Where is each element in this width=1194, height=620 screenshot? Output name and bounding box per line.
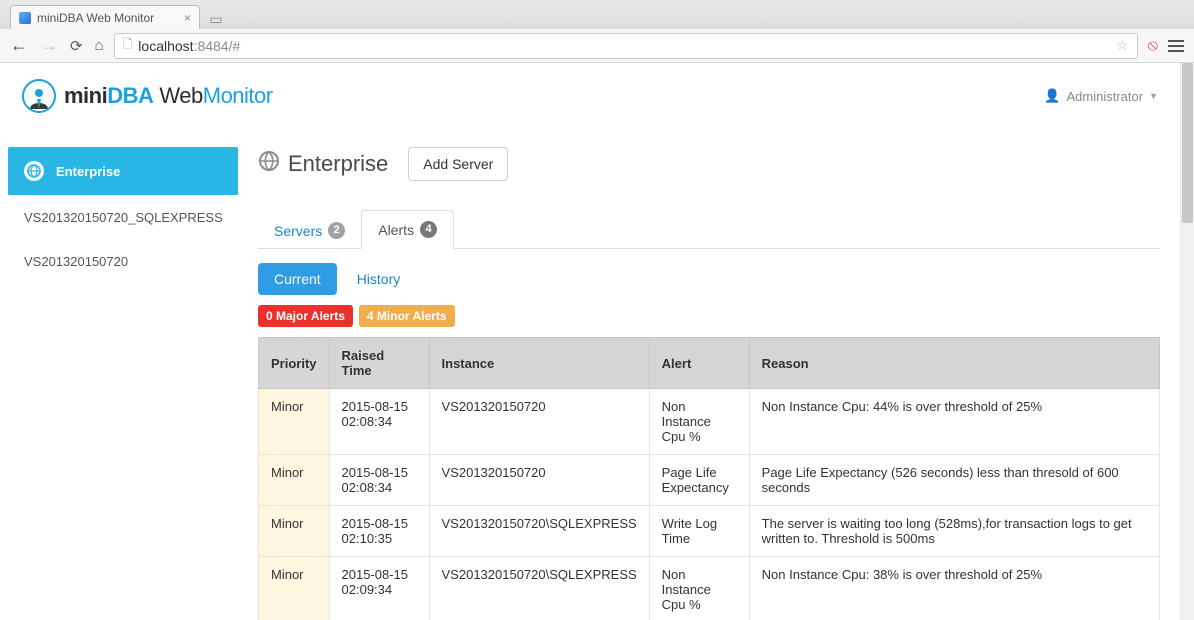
sidebar-item-enterprise[interactable]: Enterprise (8, 147, 238, 196)
cell-reason: Non Instance Cpu: 44% is over threshold … (749, 389, 1159, 455)
tab-servers-count: 2 (328, 222, 345, 239)
browser-tab[interactable]: miniDBA Web Monitor × (10, 5, 200, 29)
col-raised[interactable]: Raised Time (329, 338, 429, 389)
table-row[interactable]: Minor 2015-08-15 02:09:34 VS201320150720… (259, 557, 1160, 620)
tab-bar: Servers 2 Alerts 4 (258, 209, 1160, 249)
table-row[interactable]: Minor 2015-08-15 02:10:35 VS201320150720… (259, 506, 1160, 557)
cell-reason: Page Life Expectancy (526 seconds) less … (749, 455, 1159, 506)
cell-raised: 2015-08-15 02:08:34 (329, 389, 429, 455)
cell-alert: Page Life Expectancy (649, 455, 749, 506)
sidebar-item-label: VS201320150720 (24, 254, 128, 269)
table-row[interactable]: Minor 2015-08-15 02:08:34 VS201320150720… (259, 389, 1160, 455)
sidebar: Enterprise VS201320150720_SQLEXPRESS VS2… (0, 147, 238, 284)
logo-text-web: Web (159, 83, 202, 108)
cell-raised: 2015-08-15 02:10:35 (329, 506, 429, 557)
cell-priority: Minor (259, 455, 330, 506)
cell-raised: 2015-08-15 02:08:34 (329, 455, 429, 506)
cell-reason: The server is waiting too long (528ms),f… (749, 506, 1159, 557)
cell-instance: VS201320150720\SQLEXPRESS (429, 557, 649, 620)
cell-reason: Non Instance Cpu: 38% is over threshold … (749, 557, 1159, 620)
user-icon: 👤 (1044, 88, 1060, 104)
table-row[interactable]: Minor 2015-08-15 02:08:34 VS201320150720… (259, 455, 1160, 506)
cell-alert: Non Instance Cpu % (649, 557, 749, 620)
scrollbar-thumb[interactable] (1182, 63, 1193, 223)
bookmark-star-icon[interactable]: ☆ (1116, 37, 1129, 54)
url-host: localhost (138, 38, 193, 54)
col-alert[interactable]: Alert (649, 338, 749, 389)
main-content: Enterprise Add Server Servers 2 Alerts 4 (238, 147, 1180, 620)
logo-text-mini: mini (64, 83, 107, 108)
vertical-scrollbar[interactable] (1180, 63, 1194, 620)
tab-servers[interactable]: Servers 2 (258, 212, 361, 249)
sidebar-item-server-2[interactable]: VS201320150720 (8, 240, 238, 284)
minor-alerts-badge: 4 Minor Alerts (359, 305, 455, 327)
cell-priority: Minor (259, 506, 330, 557)
sidebar-item-label: VS201320150720_SQLEXPRESS (24, 210, 223, 225)
url-path: :8484/# (194, 38, 241, 54)
back-icon[interactable]: ← (10, 35, 28, 56)
browser-toolbar: ← → ⟳ ⌂ 🗋 localhost:8484/# ☆ ⦸ (0, 29, 1194, 63)
table-header-row: Priority Raised Time Instance Alert Reas… (259, 338, 1160, 389)
page-title-text: Enterprise (288, 151, 388, 177)
address-bar[interactable]: 🗋 localhost:8484/# ☆ (114, 33, 1138, 59)
sidebar-item-server-1[interactable]: VS201320150720_SQLEXPRESS (8, 196, 238, 240)
tab-close-icon[interactable]: × (184, 11, 191, 25)
cell-raised: 2015-08-15 02:09:34 (329, 557, 429, 620)
col-instance[interactable]: Instance (429, 338, 649, 389)
page-viewport: miniDBAWebMonitor 👤 Administrator ▼ Ente… (0, 63, 1180, 620)
globe-icon (258, 150, 280, 178)
tab-label: Servers (274, 223, 322, 239)
favicon-icon (19, 12, 31, 24)
browser-tab-title: miniDBA Web Monitor (37, 11, 154, 25)
user-label: Administrator (1067, 89, 1144, 104)
page-icon: 🗋 (123, 35, 133, 56)
logo-icon (22, 79, 56, 113)
logo-text-monitor: Monitor (203, 83, 273, 108)
col-priority[interactable]: Priority (259, 338, 330, 389)
cell-instance: VS201320150720\SQLEXPRESS (429, 506, 649, 557)
forward-icon: → (40, 35, 58, 56)
subtab-history[interactable]: History (341, 263, 417, 295)
tab-label: Alerts (378, 222, 414, 238)
cell-alert: Write Log Time (649, 506, 749, 557)
app-header: miniDBAWebMonitor 👤 Administrator ▼ (0, 63, 1180, 127)
subtab-bar: Current History (258, 249, 1160, 305)
col-reason[interactable]: Reason (749, 338, 1159, 389)
sidebar-item-label: Enterprise (56, 164, 120, 179)
caret-down-icon: ▼ (1149, 91, 1158, 101)
tab-alerts-count: 4 (420, 221, 437, 238)
reload-icon[interactable]: ⟳ (70, 37, 83, 55)
app-logo[interactable]: miniDBAWebMonitor (22, 79, 273, 113)
alert-summary: 0 Major Alerts 4 Minor Alerts (258, 305, 1160, 327)
major-alerts-badge: 0 Major Alerts (258, 305, 353, 327)
globe-icon (24, 161, 44, 181)
browser-menu-icon[interactable] (1168, 40, 1184, 52)
home-icon[interactable]: ⌂ (95, 37, 104, 54)
user-menu[interactable]: 👤 Administrator ▼ (1044, 88, 1158, 104)
tab-alerts[interactable]: Alerts 4 (361, 210, 454, 249)
cell-priority: Minor (259, 389, 330, 455)
page-title: Enterprise (258, 150, 388, 178)
cell-instance: VS201320150720 (429, 389, 649, 455)
new-tab-button[interactable]: ▭ (206, 9, 226, 29)
add-server-button[interactable]: Add Server (408, 147, 508, 181)
cell-alert: Non Instance Cpu % (649, 389, 749, 455)
alerts-table: Priority Raised Time Instance Alert Reas… (258, 337, 1160, 620)
browser-tab-strip: miniDBA Web Monitor × ▭ (0, 0, 1194, 29)
subtab-current[interactable]: Current (258, 263, 337, 295)
logo-text-dba: DBA (107, 83, 153, 108)
cell-priority: Minor (259, 557, 330, 620)
cell-instance: VS201320150720 (429, 455, 649, 506)
adblock-icon[interactable]: ⦸ (1148, 37, 1158, 55)
